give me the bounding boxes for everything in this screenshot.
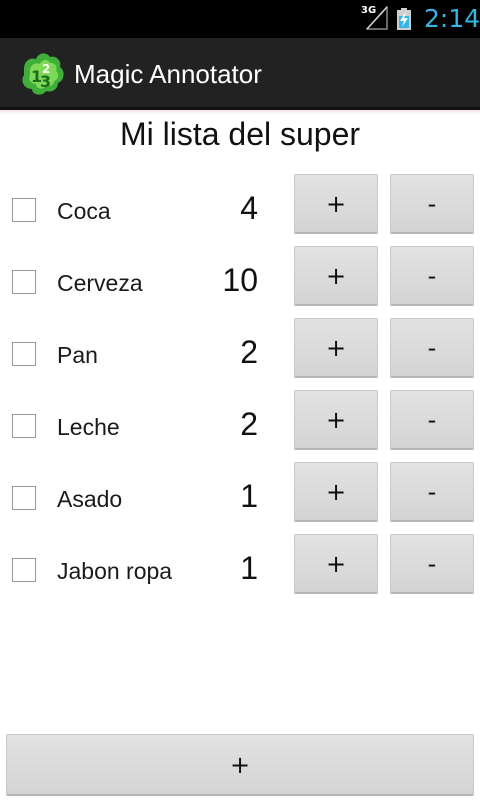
item-checkbox[interactable] [12, 342, 36, 366]
app-logo-icon[interactable]: 1 3 2 [18, 49, 68, 99]
item-quantity: 4 [240, 190, 258, 226]
action-bar-divider [0, 110, 480, 114]
app-title: Magic Annotator [74, 59, 262, 89]
item-label: Jabon ropa [57, 558, 173, 584]
decrement-button[interactable]: - [390, 246, 474, 306]
action-bar: 1 3 2 Magic Annotator [0, 38, 480, 110]
increment-button[interactable]: + [294, 246, 378, 306]
item-checkbox[interactable] [12, 486, 36, 510]
battery-charging-icon [397, 8, 411, 30]
clock: 2:14 [424, 4, 480, 33]
signal-icon [366, 6, 388, 30]
item-checkbox[interactable] [12, 198, 36, 222]
item-checkbox[interactable] [12, 414, 36, 438]
item-label: Pan [57, 342, 98, 368]
list-title: Mi lista del super [119, 116, 361, 152]
increment-button[interactable]: + [294, 534, 378, 594]
svg-text:2: 2 [42, 62, 50, 76]
list-item: Leche 2 + - [0, 390, 480, 454]
increment-button[interactable]: + [294, 462, 378, 522]
status-bar: 3G 2:14 [0, 0, 480, 38]
list-item: Asado 1 + - [0, 462, 480, 526]
add-item-button[interactable]: + [6, 734, 474, 796]
decrement-button[interactable]: - [390, 390, 474, 450]
item-quantity: 2 [240, 406, 258, 442]
increment-button[interactable]: + [294, 174, 378, 234]
item-checkbox[interactable] [12, 558, 36, 582]
list-item: Coca 4 + - [0, 174, 480, 238]
item-label: Asado [57, 486, 123, 512]
item-label: Coca [57, 198, 111, 224]
item-quantity: 10 [222, 262, 258, 298]
list-item: Cerveza 10 + - [0, 246, 480, 310]
list-item: Jabon ropa 1 + - [0, 534, 480, 598]
decrement-button[interactable]: - [390, 534, 474, 594]
increment-button[interactable]: + [294, 390, 378, 450]
item-checkbox[interactable] [12, 270, 36, 294]
decrement-button[interactable]: - [390, 174, 474, 234]
item-label: Cerveza [57, 270, 143, 296]
increment-button[interactable]: + [294, 318, 378, 378]
item-quantity: 2 [240, 334, 258, 370]
item-quantity: 1 [240, 550, 258, 586]
list-item: Pan 2 + - [0, 318, 480, 382]
decrement-button[interactable]: - [390, 318, 474, 378]
item-label: Leche [57, 414, 120, 440]
decrement-button[interactable]: - [390, 462, 474, 522]
item-quantity: 1 [240, 478, 258, 514]
